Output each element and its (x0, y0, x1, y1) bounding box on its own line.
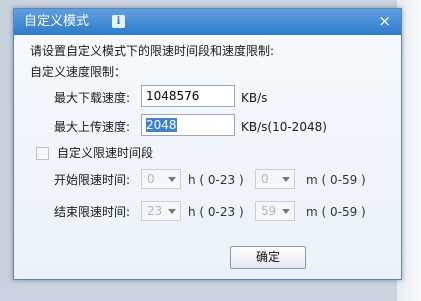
close-icon[interactable]: × (378, 13, 391, 29)
start-time-label: 开始限速时间: (54, 173, 131, 187)
custom-time-checkbox-label[interactable]: 自定义限速时间段 (57, 145, 153, 161)
instruction-text: 请设置自定义模式下的限速时间段和速度限制: (30, 44, 275, 58)
download-speed-unit: KB/s (241, 91, 268, 105)
title-bar[interactable]: 自定义模式 i × (14, 9, 401, 35)
upload-speed-value: 2048 (146, 118, 177, 132)
download-speed-value: 1048576 (146, 89, 200, 103)
upload-speed-unit: KB/s(10-2048) (241, 120, 327, 134)
upload-speed-label: 最大上传速度: (54, 120, 131, 134)
chevron-down-icon (282, 209, 290, 214)
upload-speed-input[interactable]: 2048 (141, 114, 235, 136)
ok-button[interactable]: 确定 (230, 246, 306, 269)
chevron-down-icon (282, 177, 290, 182)
end-minute-select[interactable]: 59 (255, 201, 295, 221)
end-minute-unit: m ( 0-59 ) (306, 205, 366, 219)
end-minute-value: 59 (261, 204, 277, 218)
start-hour-unit: h ( 0-23 ) (188, 173, 244, 187)
speed-limit-section-label: 自定义速度限制： (30, 65, 127, 79)
custom-mode-dialog: 自定义模式 i × 请设置自定义模式下的限速时间段和速度限制: 自定义速度限制：… (13, 8, 402, 280)
download-speed-input[interactable]: 1048576 (141, 85, 235, 107)
start-minute-select[interactable]: 0 (255, 169, 295, 189)
chevron-down-icon (168, 177, 176, 182)
end-hour-unit: h ( 0-23 ) (188, 205, 244, 219)
start-minute-unit: m ( 0-59 ) (306, 173, 366, 187)
info-icon[interactable]: i (112, 15, 125, 28)
chevron-down-icon (168, 209, 176, 214)
end-hour-value: 23 (147, 204, 163, 218)
start-hour-select[interactable]: 0 (141, 169, 181, 189)
custom-time-checkbox[interactable] (36, 147, 49, 160)
download-speed-label: 最大下载速度: (54, 91, 131, 105)
dialog-title: 自定义模式 (24, 14, 90, 29)
end-time-label: 结束限速时间: (54, 205, 131, 219)
start-hour-value: 0 (147, 172, 155, 186)
end-hour-select[interactable]: 23 (141, 201, 181, 221)
start-minute-value: 0 (261, 172, 269, 186)
